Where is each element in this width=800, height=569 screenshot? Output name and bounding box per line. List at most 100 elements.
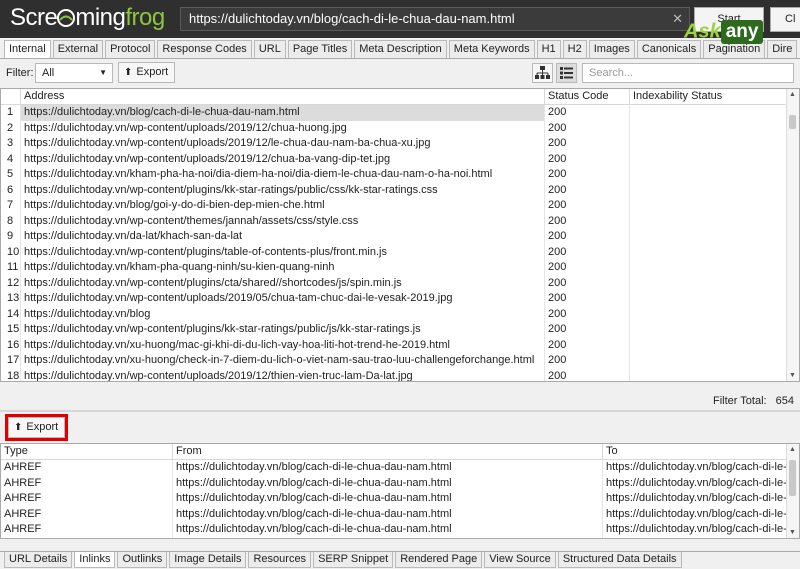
tab-inlinks[interactable]: Inlinks <box>74 552 116 568</box>
tab-directives[interactable]: Dire <box>767 40 798 58</box>
table-row[interactable]: 4 https://dulichtoday.vn/wp-content/uploa… <box>1 151 789 167</box>
inlink-row[interactable]: AHREF https://dulichtoday.vn/blog/cach-di… <box>1 506 789 522</box>
address-cell[interactable]: https://dulichtoday.vn/wp-content/upload… <box>21 120 545 136</box>
from-cell[interactable]: https://dulichtoday.vn/blog/cach-di-le-c… <box>173 506 603 522</box>
address-cell[interactable]: https://dulichtoday.vn/wp-content/plugin… <box>21 244 545 260</box>
address-cell[interactable]: https://dulichtoday.vn/wp-content/plugin… <box>21 275 545 291</box>
tab-meta-keywords[interactable]: Meta Keywords <box>448 40 535 58</box>
from-cell[interactable]: https://dulichtoday.vn/blog/cach-di-le-c… <box>173 522 603 538</box>
tab-external[interactable]: External <box>52 40 104 58</box>
scrollbar-thumb[interactable] <box>789 460 796 496</box>
tab-protocol[interactable]: Protocol <box>105 40 156 58</box>
clear-button[interactable]: Cl <box>770 7 800 32</box>
url-input[interactable]: https://dulichtoday.vn/blog/cach-di-le-c… <box>180 7 690 31</box>
table-row[interactable]: 9 https://dulichtoday.vn/da-lat/khach-san… <box>1 229 789 245</box>
address-cell[interactable]: https://dulichtoday.vn/blog <box>21 306 545 322</box>
table-row[interactable]: 8 https://dulichtoday.vn/wp-content/theme… <box>1 213 789 229</box>
table-row[interactable]: 10 https://dulichtoday.vn/wp-content/plug… <box>1 244 789 260</box>
table-row[interactable]: 7 https://dulichtoday.vn/blog/goi-y-do-di… <box>1 198 789 214</box>
tab-images[interactable]: Images <box>588 40 635 58</box>
table-row[interactable]: 6 https://dulichtoday.vn/wp-content/plugi… <box>1 182 789 198</box>
scroll-up-icon[interactable]: ▲ <box>789 91 796 98</box>
scrollbar-thumb[interactable] <box>789 115 796 129</box>
address-cell[interactable]: https://dulichtoday.vn/da-lat/khach-san-… <box>21 229 545 245</box>
row-number: 7 <box>1 198 21 214</box>
column-header-indexability-status[interactable]: Indexability Status <box>630 89 789 104</box>
table-row[interactable]: 13 https://dulichtoday.vn/wp-content/uplo… <box>1 291 789 307</box>
table-row[interactable]: 18 https://dulichtoday.vn/wp-content/uplo… <box>1 368 789 381</box>
to-cell[interactable]: https://dulichtoday.vn/blog/cach-di-le-c… <box>603 491 789 507</box>
inlink-row[interactable]: AHREF https://dulichtoday.vn/blog/cach-di… <box>1 475 789 491</box>
column-header-status-code[interactable]: Status Code <box>545 89 630 104</box>
address-cell[interactable]: https://dulichtoday.vn/wp-content/upload… <box>21 136 545 152</box>
inlink-row[interactable]: AHREF https://dulichtoday.vn/blog/cach-di… <box>1 460 789 476</box>
tab-outlinks[interactable]: Outlinks <box>117 552 168 568</box>
address-cell[interactable]: https://dulichtoday.vn/wp-content/upload… <box>21 151 545 167</box>
table-row[interactable]: 16 https://dulichtoday.vn/xu-huong/mac-gi… <box>1 337 789 353</box>
tab-rendered-page[interactable]: Rendered Page <box>395 552 483 568</box>
to-cell[interactable]: https://dulichtoday.vn/blog/cach-di-le-c… <box>603 475 789 491</box>
tab-structured-data-details[interactable]: Structured Data Details <box>557 552 682 568</box>
table-row[interactable]: 11 https://dulichtoday.vn/kham-pha-quang-… <box>1 260 789 276</box>
tab-response-codes[interactable]: Response Codes <box>157 40 252 58</box>
tab-serp-snippet[interactable]: SERP Snippet <box>313 552 394 568</box>
table-row[interactable]: 2 https://dulichtoday.vn/wp-content/uploa… <box>1 120 789 136</box>
filter-select[interactable]: All ▼ <box>35 63 113 83</box>
column-header-type[interactable]: Type <box>1 444 173 459</box>
inlinks-scrollbar[interactable]: ▲ ▼ <box>786 444 799 538</box>
scroll-down-icon[interactable]: ▼ <box>789 529 796 536</box>
address-cell[interactable]: https://dulichtoday.vn/blog/goi-y-do-di-… <box>21 198 545 214</box>
to-cell[interactable]: https://dulichtoday.vn/blog/cach-di-le-c… <box>603 460 789 476</box>
from-cell[interactable]: https://dulichtoday.vn/blog/cach-di-le-c… <box>173 460 603 476</box>
clear-url-icon[interactable]: ✕ <box>672 8 683 30</box>
tab-internal[interactable]: Internal <box>4 40 51 58</box>
panel-splitter[interactable] <box>0 410 800 412</box>
tab-url[interactable]: URL <box>253 40 286 58</box>
tab-image-details[interactable]: Image Details <box>169 552 247 568</box>
address-cell[interactable]: https://dulichtoday.vn/wp-content/upload… <box>21 368 545 381</box>
scroll-up-icon[interactable]: ▲ <box>789 446 796 453</box>
address-cell[interactable]: https://dulichtoday.vn/wp-content/plugin… <box>21 182 545 198</box>
list-view-button[interactable] <box>556 63 577 83</box>
column-header-address[interactable]: Address <box>21 89 545 104</box>
column-header-from[interactable]: From <box>173 444 603 459</box>
table-row[interactable]: 14 https://dulichtoday.vn/blog 200 <box>1 306 789 322</box>
address-cell[interactable]: https://dulichtoday.vn/wp-content/themes… <box>21 213 545 229</box>
tab-url-details[interactable]: URL Details <box>4 552 73 568</box>
table-row[interactable]: 5 https://dulichtoday.vn/kham-pha-ha-noi/… <box>1 167 789 183</box>
inlink-row[interactable]: AHREF https://dulichtoday.vn/blog/cach-di… <box>1 491 789 507</box>
main-table-scrollbar[interactable]: ▲ ▼ <box>786 89 799 381</box>
tab-h2[interactable]: H2 <box>562 40 587 58</box>
from-cell[interactable]: https://dulichtoday.vn/blog/cach-di-le-c… <box>173 475 603 491</box>
table-row[interactable]: 15 https://dulichtoday.vn/wp-content/plug… <box>1 322 789 338</box>
to-cell[interactable]: https://dulichtoday.vn/blog/cach-di-le-c… <box>603 506 789 522</box>
export-button[interactable]: ⬆ Export <box>118 62 176 83</box>
table-row[interactable]: 12 https://dulichtoday.vn/wp-content/plug… <box>1 275 789 291</box>
row-number: 3 <box>1 136 21 152</box>
tree-view-button[interactable] <box>532 63 553 83</box>
column-header-to[interactable]: To <box>603 444 789 459</box>
indexability-status-cell <box>630 213 789 229</box>
from-cell[interactable]: https://dulichtoday.vn/blog/cach-di-le-c… <box>173 491 603 507</box>
tab-h1[interactable]: H1 <box>536 40 561 58</box>
address-cell[interactable]: https://dulichtoday.vn/xu-huong/mac-gi-k… <box>21 337 545 353</box>
search-input[interactable]: Search... <box>582 63 794 83</box>
detail-export-button[interactable]: ⬆ Export <box>4 414 69 441</box>
scroll-down-icon[interactable]: ▼ <box>789 372 796 379</box>
row-number: 11 <box>1 260 21 276</box>
tab-meta-description[interactable]: Meta Description <box>354 40 447 58</box>
address-cell[interactable]: https://dulichtoday.vn/kham-pha-quang-ni… <box>21 260 545 276</box>
tab-resources[interactable]: Resources <box>248 552 312 568</box>
tab-page-titles[interactable]: Page Titles <box>287 40 353 58</box>
tab-view-source[interactable]: View Source <box>484 552 556 568</box>
inlink-row[interactable]: AHREF https://dulichtoday.vn/blog/cach-di… <box>1 522 789 538</box>
table-row[interactable]: 17 https://dulichtoday.vn/xu-huong/check-… <box>1 353 789 369</box>
table-row[interactable]: 3 https://dulichtoday.vn/wp-content/uploa… <box>1 136 789 152</box>
table-row[interactable]: 1 https://dulichtoday.vn/blog/cach-di-le-… <box>1 105 789 121</box>
address-cell[interactable]: https://dulichtoday.vn/wp-content/plugin… <box>21 322 545 338</box>
address-cell[interactable]: https://dulichtoday.vn/xu-huong/check-in… <box>21 353 545 369</box>
address-cell[interactable]: https://dulichtoday.vn/kham-pha-ha-noi/d… <box>21 167 545 183</box>
to-cell[interactable]: https://dulichtoday.vn/blog/cach-di-le-c… <box>603 522 789 538</box>
address-cell[interactable]: https://dulichtoday.vn/blog/cach-di-le-c… <box>21 105 545 121</box>
address-cell[interactable]: https://dulichtoday.vn/wp-content/upload… <box>21 291 545 307</box>
